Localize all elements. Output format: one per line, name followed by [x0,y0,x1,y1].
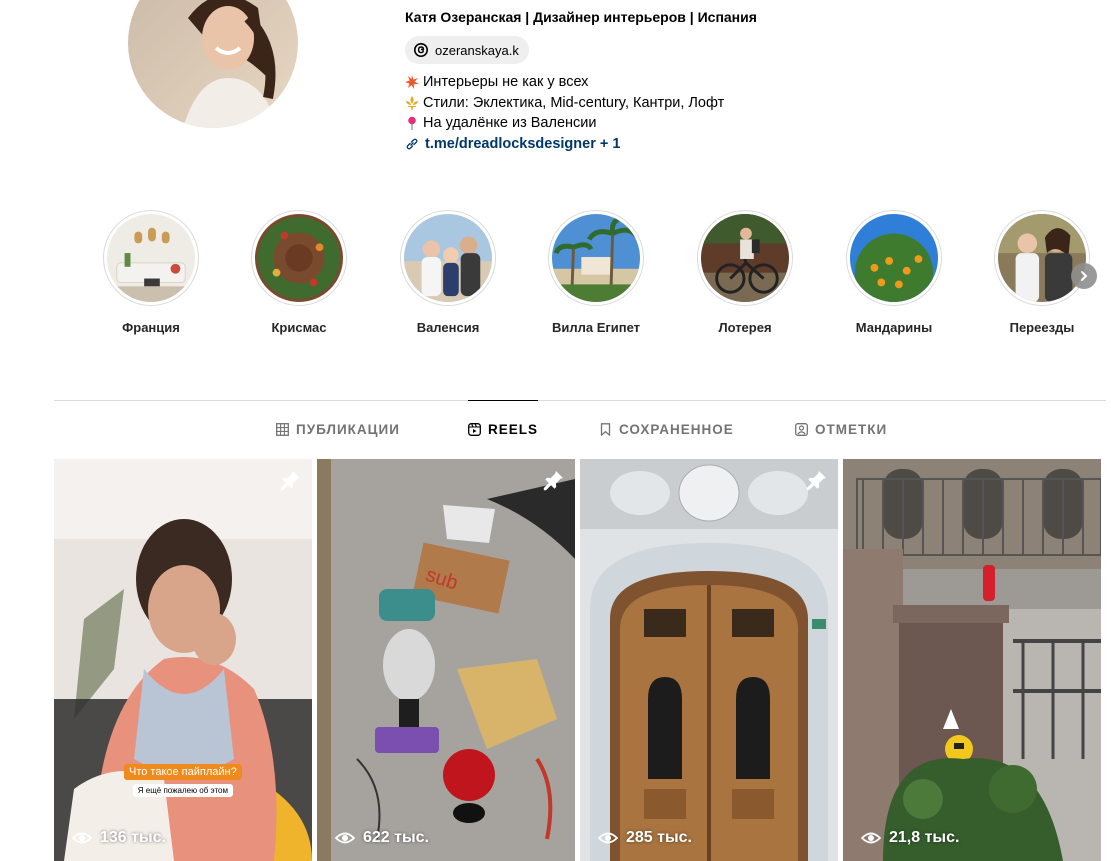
reel-caption-subtitle: Я ещё пожалею об этом [132,784,233,797]
tagged-icon [795,422,808,436]
highlight-item[interactable]: Валенсия [383,210,513,335]
bio-line: На удалёнке из Валенсии [405,113,925,134]
highlight-item[interactable]: Крисмас [234,210,364,335]
highlight-ring [846,210,942,306]
reel-thumbnail [843,459,1101,861]
reel-caption-title: Что такое пайплайн? [124,764,242,780]
bio-link-text: t.me/dreadlocksdesigner + 1 [425,135,621,152]
bio-line: Интерьеры не как у всех [405,72,925,93]
bio-link[interactable]: t.me/dreadlocksdesigner + 1 [405,134,925,154]
threads-icon [414,43,428,57]
bookmark-icon [600,422,611,436]
reels-grid: Что такое пайплайн? Я ещё пожалею об это… [54,459,1111,861]
highlight-label: Вилла Египет [551,320,641,335]
highlight-cover [404,214,492,302]
profile-name: Катя Озеранская | Дизайнер интерьеров | … [405,9,757,25]
reels-icon [468,423,481,436]
highlight-label: Переезды [1009,320,1075,335]
highlight-label: Франция [122,320,180,335]
tab-tagged[interactable]: ОТМЕТКИ [795,400,887,458]
reel-views: 21,8 тыс. [861,829,959,847]
reel-view-count: 136 тыс. [100,829,166,846]
highlight-label: Мандарины [855,320,933,335]
chevron-right-icon [1081,271,1088,281]
highlight-cover [255,214,343,302]
fleur-de-lis-icon [406,95,418,110]
tab-reels[interactable]: REELS [468,400,539,458]
threads-handle: ozeranskaya.k [435,42,519,58]
tab-saved[interactable]: СОХРАНЕННОЕ [599,400,734,458]
eye-icon [598,832,618,844]
highlight-cover [701,214,789,302]
highlight-cover [552,214,640,302]
highlight-label: Крисмас [271,320,327,335]
highlight-item[interactable]: Лотерея [680,210,810,335]
pin-icon [543,471,563,491]
bio-text: Интерьеры не как у всех Стили: Эклектика… [405,72,925,134]
highlight-cover [107,214,195,302]
highlight-ring [994,210,1090,306]
pin-icon [806,471,826,491]
reel-views: 622 тыс. [335,829,429,847]
pin-icon [280,471,300,491]
profile-tabs: ПУБЛИКАЦИИ REELS СОХРАНЕННОЕ ОТМЕТКИ [0,400,1111,458]
highlight-ring [548,210,644,306]
reel-views: 285 тыс. [598,829,692,847]
profile-avatar[interactable] [128,0,298,128]
reel-view-count: 21,8 тыс. [889,829,960,846]
reel-thumbnail [580,459,838,861]
highlight-item[interactable]: Франция [86,210,216,335]
round-pushpin-icon [408,116,416,131]
eye-icon [335,832,355,844]
highlight-ring [103,210,199,306]
reel-tile[interactable]: 21,8 тыс. [843,459,1101,861]
highlight-item[interactable]: Вилла Египет [531,210,661,335]
reel-view-count: 285 тыс. [626,829,692,846]
bio-line: Стили: Эклектика, Mid-century, Кантри, Л… [405,93,925,114]
highlights-next-button[interactable] [1071,263,1097,289]
highlight-cover [850,214,938,302]
reel-thumbnail [54,459,312,861]
reel-caption: Что такое пайплайн? Я ещё пожалею об это… [124,764,242,797]
eye-icon [861,832,881,844]
link-icon [406,138,418,149]
reel-tile[interactable]: Что такое пайплайн? Я ещё пожалею об это… [54,459,312,861]
highlight-cover [998,214,1086,302]
highlight-ring [697,210,793,306]
highlight-label: Лотерея [718,320,772,335]
reel-view-count: 622 тыс. [363,829,429,846]
highlight-ring [251,210,347,306]
eye-icon [72,832,92,844]
tab-publications[interactable]: ПУБЛИКАЦИИ [276,400,400,458]
reel-tile[interactable]: sub 622 тыс. [317,459,575,861]
reel-views: 136 тыс. [72,829,166,847]
story-highlights: Франция Крисмас Валенсия Вилла Египет Ло… [0,210,1111,350]
threads-badge[interactable]: ozeranskaya.k [405,36,529,64]
reel-tile[interactable]: 285 тыс. [580,459,838,861]
grid-icon [276,422,289,436]
highlight-item[interactable]: Мандарины [829,210,959,335]
sparkle-burst-icon [405,75,419,90]
reel-thumbnail: sub [317,459,575,861]
highlight-label: Валенсия [416,320,480,335]
profile-bio: Катя Озеранская | Дизайнер интерьеров | … [405,8,925,154]
avatar-photo [128,0,298,128]
highlight-ring [400,210,496,306]
